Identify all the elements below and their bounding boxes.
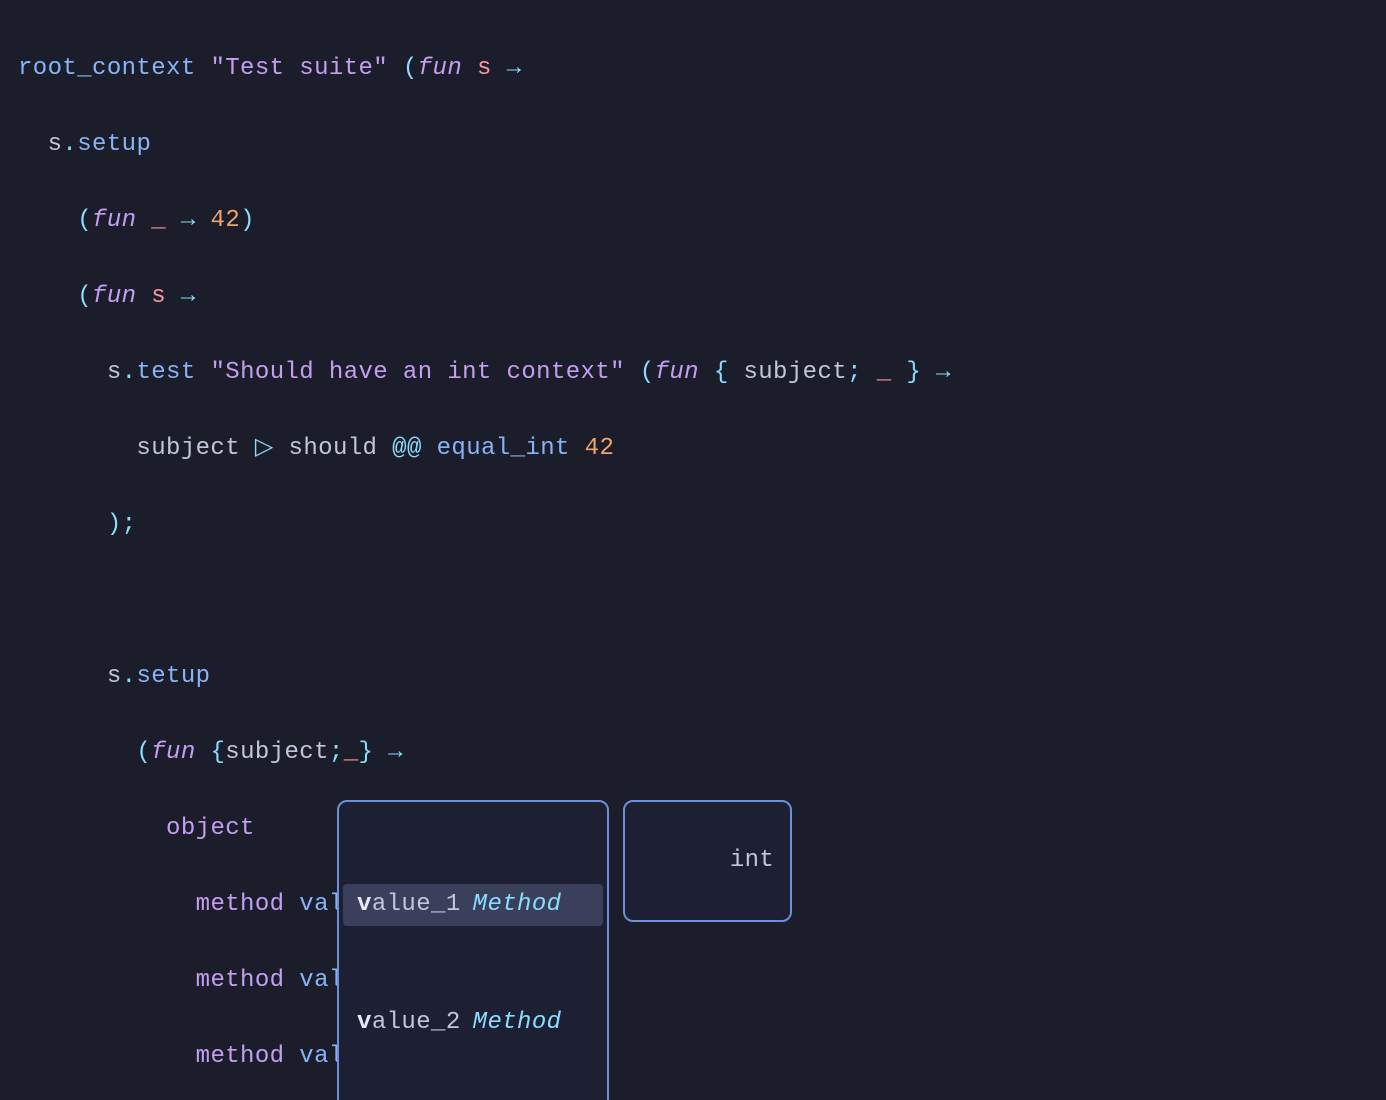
paren-open: (: [77, 283, 92, 310]
keyword-fun: fun: [92, 283, 136, 310]
code-line: (fun {subject;_} →: [18, 734, 1378, 772]
code-line: s.setup: [18, 126, 1378, 164]
paren-close: ): [107, 511, 122, 538]
arrow: →: [936, 359, 951, 386]
completion-popup-wrapper: value_1 Method value_2 Method value_3 Me…: [337, 800, 792, 1100]
brace-open: {: [210, 739, 225, 766]
at-at-op: @@: [392, 435, 422, 462]
semicolon: ;: [847, 359, 862, 386]
paren-open: (: [640, 359, 655, 386]
arrow: →: [181, 283, 196, 310]
keyword-method: method: [196, 1043, 285, 1070]
completion-detail-popup: int: [623, 800, 792, 922]
param-underscore: _: [344, 739, 359, 766]
var: s: [107, 663, 122, 690]
param-underscore: _: [151, 207, 166, 234]
arrow: →: [181, 207, 196, 234]
semicolon: ;: [329, 739, 344, 766]
completion-item[interactable]: value_2 Method: [343, 1002, 603, 1044]
paren-open: (: [403, 55, 418, 82]
completion-item[interactable]: value_1 Method: [343, 884, 603, 926]
keyword-method: method: [196, 967, 285, 994]
completion-item-name: value_1: [357, 888, 461, 922]
keyword-fun: fun: [655, 359, 699, 386]
dot: .: [62, 131, 77, 158]
pipe-op: ▷: [255, 435, 274, 462]
completion-detail-type: int: [730, 847, 774, 874]
arrow: →: [507, 55, 522, 82]
string-literal: "Should have an int context": [210, 359, 624, 386]
var: should: [289, 435, 378, 462]
paren-open: (: [136, 739, 151, 766]
string-literal: "Test suite": [210, 55, 388, 82]
keyword-method: method: [196, 891, 285, 918]
keyword-fun: fun: [151, 739, 195, 766]
function-call: equal_int: [437, 435, 570, 462]
method-call: test: [136, 359, 195, 386]
brace-close: }: [906, 359, 921, 386]
method-call: setup: [77, 131, 151, 158]
number-literal: 42: [585, 435, 615, 462]
code-line: [18, 582, 1378, 620]
field: subject: [225, 739, 329, 766]
code-editor[interactable]: root_context "Test suite" (fun s → s.set…: [0, 0, 1386, 1100]
var: s: [107, 359, 122, 386]
completion-item-name: value_2: [357, 1006, 461, 1040]
field: subject: [743, 359, 847, 386]
dot: .: [122, 663, 137, 690]
brace-open: {: [714, 359, 729, 386]
completion-rest: alue_2: [372, 1009, 461, 1036]
keyword-fun: fun: [92, 207, 136, 234]
function-call: root_context: [18, 55, 196, 82]
var: s: [48, 131, 63, 158]
paren-open: (: [77, 207, 92, 234]
param-underscore: _: [877, 359, 892, 386]
completion-rest: alue_1: [372, 891, 461, 918]
paren-close: ): [240, 207, 255, 234]
completion-match-char: v: [357, 891, 372, 918]
code-line: (fun s →: [18, 278, 1378, 316]
arrow: →: [388, 739, 403, 766]
var: subject: [136, 435, 240, 462]
code-line: );: [18, 506, 1378, 544]
code-line: (fun _ → 42): [18, 202, 1378, 240]
keyword-object: object: [166, 815, 255, 842]
completion-item-kind: Method: [473, 1006, 562, 1040]
semicolon: ;: [122, 511, 137, 538]
param: s: [477, 55, 492, 82]
code-line: root_context "Test suite" (fun s →: [18, 50, 1378, 88]
brace-close: }: [359, 739, 374, 766]
code-line: subject ▷ should @@ equal_int 42: [18, 430, 1378, 468]
number-literal: 42: [211, 207, 241, 234]
code-line: s.setup: [18, 658, 1378, 696]
param: s: [151, 283, 166, 310]
dot: .: [122, 359, 137, 386]
completion-match-char: v: [357, 1009, 372, 1036]
keyword-fun: fun: [418, 55, 462, 82]
completion-item-kind: Method: [473, 888, 562, 922]
completion-popup[interactable]: value_1 Method value_2 Method value_3 Me…: [337, 800, 609, 1100]
code-line: s.test "Should have an int context" (fun…: [18, 354, 1378, 392]
method-call: setup: [136, 663, 210, 690]
